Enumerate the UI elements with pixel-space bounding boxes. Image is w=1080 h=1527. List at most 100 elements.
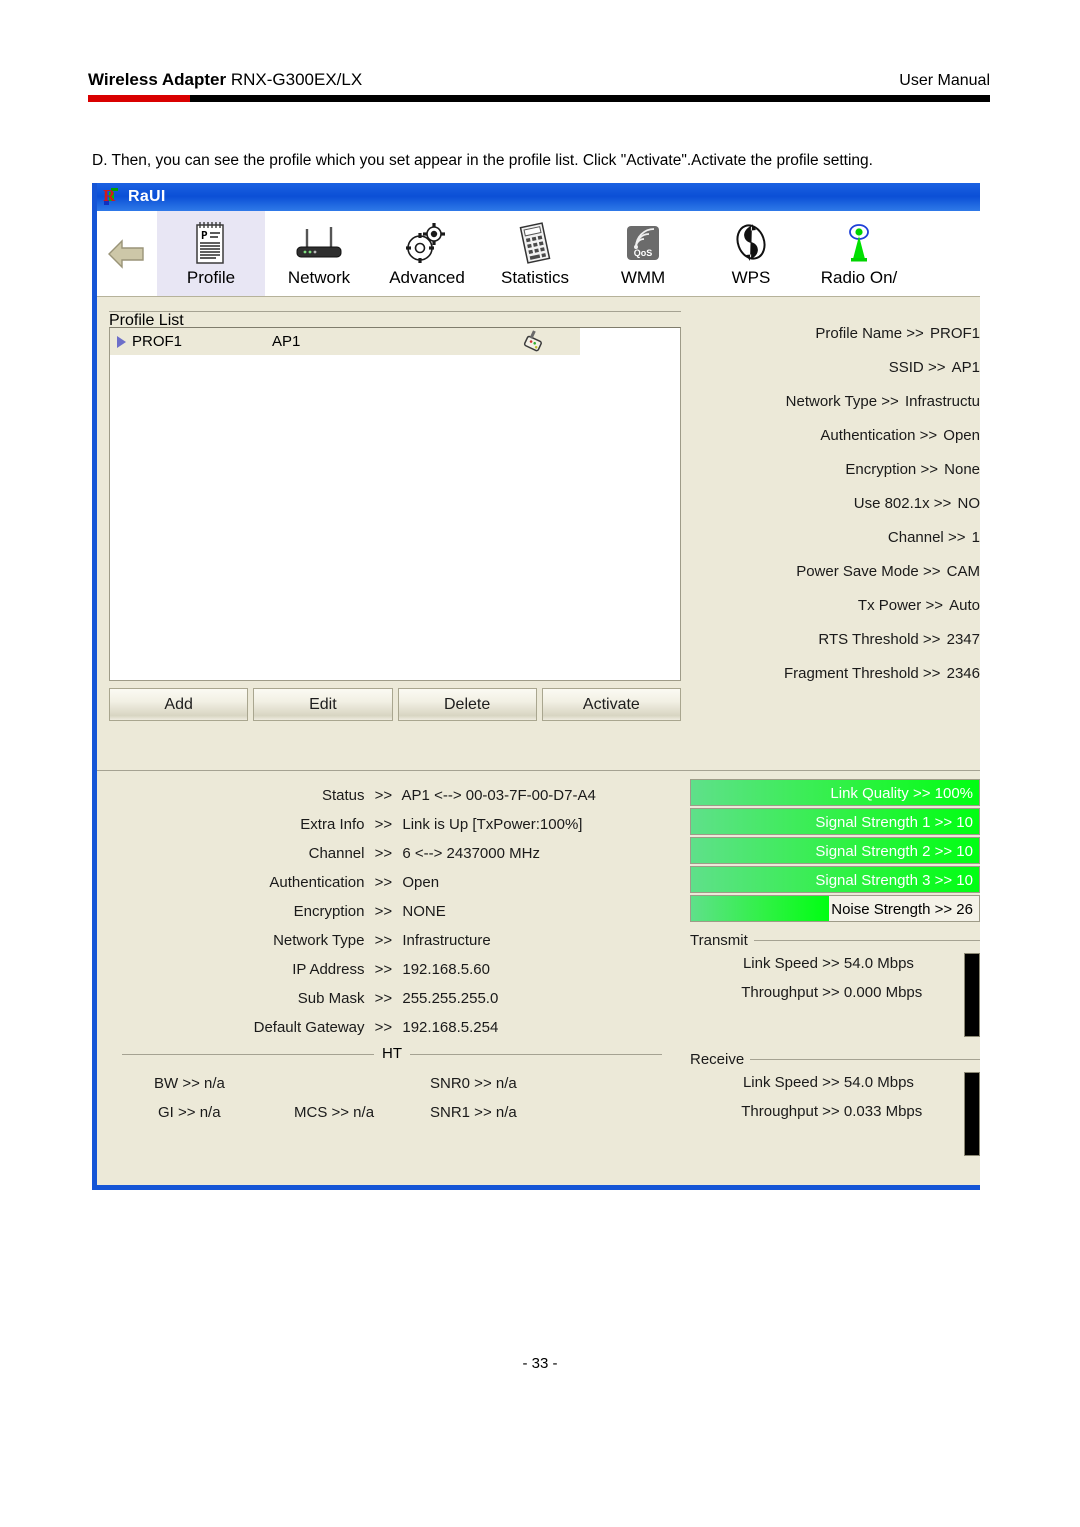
back-button[interactable] [97, 211, 157, 296]
main-toolbar: P Profile Network Advanced Statistics Qo… [97, 211, 980, 297]
profile-notepad-icon: P [183, 218, 239, 265]
table-row[interactable]: PROF1 AP1 [110, 328, 580, 355]
detail-profile-name: Profile Name >> PROF1 [815, 317, 980, 351]
detail-value: Infrastructu [904, 393, 980, 410]
calculator-icon [507, 218, 563, 265]
receive-throughput-graph [964, 1072, 980, 1156]
manual-title-bold: Wireless Adapter [88, 70, 227, 89]
status-label: Network Type [273, 932, 365, 949]
active-triangle-icon [110, 335, 132, 348]
profile-details-pane: Profile Name >> PROF1 SSID >> AP1 Networ… [689, 297, 980, 770]
detail-sep: >> [925, 597, 943, 614]
receive-throughput-label: Throughput [741, 1103, 818, 1120]
transmit-link-speed-value: 54.0 Mbps [843, 955, 914, 972]
receive-throughput-row: Throughput >> 0.033 Mbps [690, 1097, 980, 1126]
status-value: Open [402, 874, 440, 891]
detail-sep: >> [906, 325, 924, 342]
receive-link-speed-value: 54.0 Mbps [843, 1074, 914, 1091]
status-sep: >> [374, 961, 393, 978]
detail-value: NO [957, 495, 981, 512]
detail-use-8021x: Use 802.1x >> NO [854, 487, 980, 521]
status-row-default-gateway: Default Gateway >> 192.168.5.254 [175, 1013, 605, 1042]
detail-label: Authentication [820, 427, 916, 444]
detail-tx-power: Tx Power >> Auto [858, 589, 980, 623]
tab-advanced[interactable]: Advanced [373, 211, 481, 296]
delete-button[interactable]: Delete [397, 688, 537, 721]
ralink-logo-icon: R [103, 187, 121, 206]
page-number: - 33 - [522, 1355, 558, 1372]
detail-value: Auto [949, 597, 980, 614]
status-label: Sub Mask [297, 990, 365, 1007]
detail-sep: >> [920, 461, 938, 478]
status-row-status: Status >> AP1 <--> 00-03-7F-00-D7-A4 [175, 781, 605, 810]
link-status-rows: Status >> AP1 <--> 00-03-7F-00-D7-A4 Ext… [97, 781, 682, 1042]
transmit-link-speed-label: Link Speed [742, 955, 818, 972]
receive-throughput-value: 0.033 Mbps [843, 1103, 923, 1120]
detail-sep: >> [933, 495, 952, 512]
detail-label: Power Save Mode [796, 563, 919, 580]
router-icon [291, 218, 347, 265]
page-header: Wireless Adapter RNX-G300EX/LX User Manu… [88, 70, 990, 110]
tab-statistics[interactable]: Statistics [481, 211, 589, 296]
profile-row-name: PROF1 [132, 333, 183, 350]
status-label: Authentication [269, 874, 365, 891]
status-label: Extra Info [300, 816, 365, 833]
tab-radio-on-off[interactable]: Radio On/ [805, 211, 913, 296]
instruction-text: D. Then, you can see the profile which y… [92, 152, 873, 169]
detail-fragment-threshold: Fragment Threshold >> 2346 [784, 657, 980, 691]
wps-arrows-icon [723, 218, 779, 265]
receive-link-speed-row: Link Speed >> 54.0 Mbps [690, 1068, 980, 1097]
receive-link-speed-label: Link Speed [742, 1074, 818, 1091]
detail-label: Tx Power [857, 597, 922, 614]
tab-wmm[interactable]: QoS WMM [589, 211, 697, 296]
detail-label: Encryption [845, 461, 917, 478]
signal-bars: Link Quality >> 100% Signal Strength 1 >… [682, 779, 980, 922]
manual-kind: User Manual [899, 72, 990, 89]
transmit-sep: >> [822, 955, 840, 972]
ht-bw: BW >> n/a [154, 1075, 225, 1092]
receive-sep: >> [822, 1103, 840, 1120]
ht-snr1: SNR1 >> n/a [430, 1104, 517, 1121]
noise-strength-label: Noise Strength >> 26 [831, 901, 973, 918]
status-sep: >> [374, 1019, 393, 1036]
tab-advanced-label: Advanced [389, 268, 465, 287]
link-quality-label: Link Quality >> 100% [830, 785, 973, 802]
tab-wps[interactable]: WPS [697, 211, 805, 296]
detail-value: 1 [971, 529, 980, 546]
detail-sep: >> [922, 631, 941, 648]
ht-grid: BW >> n/a GI >> n/a MCS >> n/a SNR0 >> n… [122, 1069, 662, 1133]
tab-network[interactable]: Network [265, 211, 373, 296]
wireless-dongle-icon [502, 329, 562, 354]
status-value: AP1 <--> 00-03-7F-00-D7-A4 [401, 787, 596, 804]
status-value: 192.168.5.254 [402, 1019, 499, 1036]
status-value: 192.168.5.60 [402, 961, 490, 978]
status-sep: >> [374, 874, 393, 891]
detail-sep: >> [947, 529, 966, 546]
detail-network-type: Network Type >> Infrastructu [786, 385, 980, 419]
activate-button[interactable]: Activate [541, 688, 681, 721]
status-label: Encryption [293, 903, 365, 920]
edit-button[interactable]: Edit [253, 688, 393, 721]
link-quality-bar: Link Quality >> 100% [690, 779, 980, 806]
status-label: Status [321, 787, 365, 804]
receive-caption: Receive [690, 1051, 745, 1068]
signal-strength-2-label: Signal Strength 2 >> 10 [815, 843, 973, 860]
add-button[interactable]: Add [109, 688, 249, 721]
transmit-throughput-row: Throughput >> 0.000 Mbps [690, 978, 980, 1007]
tab-wmm-label: WMM [620, 268, 666, 287]
detail-value: 2347 [946, 631, 980, 648]
tab-profile[interactable]: P Profile [157, 211, 265, 296]
profile-row-ssid: AP1 [272, 333, 301, 350]
detail-label: Fragment Threshold [783, 665, 919, 682]
detail-label: Profile Name [815, 325, 903, 342]
profile-details-list: Profile Name >> PROF1 SSID >> AP1 Networ… [689, 317, 980, 691]
transmit-link-speed-row: Link Speed >> 54.0 Mbps [690, 949, 980, 978]
svg-text:QoS: QoS [634, 248, 653, 258]
detail-value: None [944, 461, 980, 478]
profile-list-box[interactable]: PROF1 AP1 [109, 327, 681, 681]
status-row-channel: Channel >> 6 <--> 2437000 MHz [175, 839, 605, 868]
window-title: RaUI [128, 188, 166, 205]
detail-label: Use 802.1x [853, 495, 930, 512]
status-value: 255.255.255.0 [402, 990, 499, 1007]
transmit-throughput-value: 0.000 Mbps [843, 984, 923, 1001]
